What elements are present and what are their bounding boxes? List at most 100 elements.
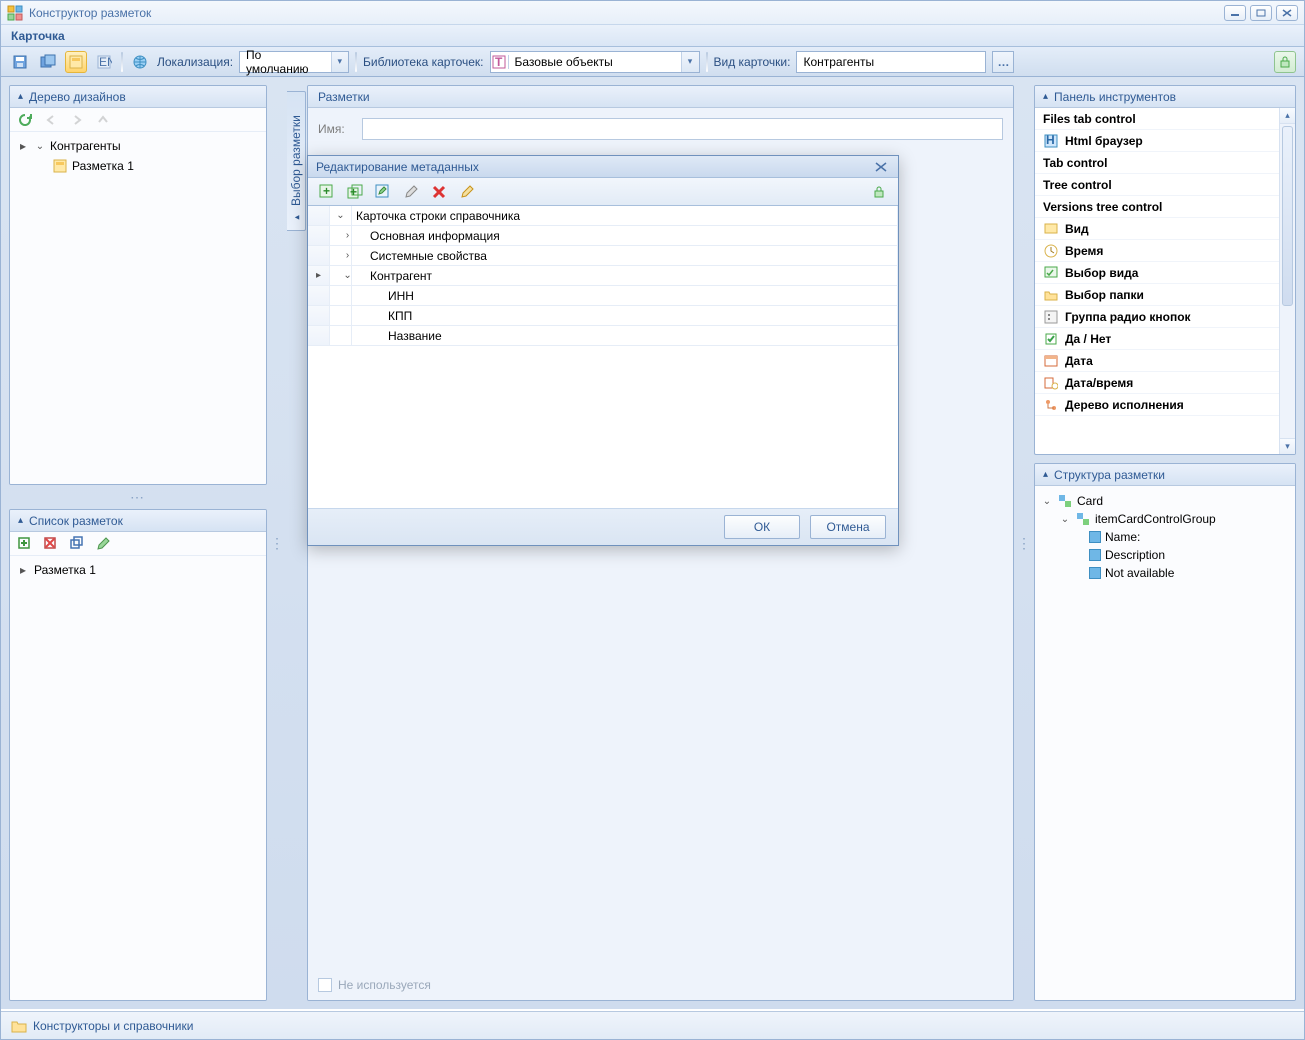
tree-node-child[interactable]: Разметка 1 [72,159,134,173]
metadata-grid[interactable]: ⌄Карточка строки справочника ›Основная и… [308,206,898,509]
close-button[interactable] [1276,5,1298,21]
grid-cell[interactable]: Карточка строки справочника [356,209,520,223]
chevron-down-icon[interactable]: ▾ [331,52,348,72]
grid-cell[interactable]: Основная информация [370,229,500,243]
toolbox-item[interactable]: HHtml браузер [1035,130,1279,152]
localize-icon[interactable]: EN [93,51,115,73]
globe-icon[interactable] [129,51,151,73]
structure-node-card[interactable]: Card [1077,494,1103,508]
add-child-icon[interactable]: + [344,181,366,203]
refresh-icon[interactable] [16,111,34,129]
layout-list-item[interactable]: Разметка 1 [34,563,96,577]
toolbox-item[interactable]: Дата [1035,350,1279,372]
scroll-down-icon[interactable]: ▾ [1280,438,1295,454]
localization-value: По умолчанию [240,48,331,76]
layouts-panel: ▴ Список разметок ▸ [9,509,267,1001]
tree-toggle[interactable]: ⌄ [1041,496,1053,507]
delete-row-icon[interactable] [428,181,450,203]
toolbox-item[interactable]: Выбор вида [1035,262,1279,284]
cardtype-combo[interactable]: Контрагенты [796,51,986,73]
grid-cell[interactable]: ИНН [388,289,414,303]
cancel-button[interactable]: Отмена [810,515,886,539]
save-icon[interactable] [9,51,31,73]
status-label[interactable]: Конструкторы и справочники [33,1019,193,1033]
dialog-close-icon[interactable] [872,159,890,175]
add-row-icon[interactable]: + [316,181,338,203]
splitter-v[interactable] [273,85,281,1001]
toolbox-list[interactable]: Files tab control HHtml браузер Tab cont… [1035,108,1279,454]
edit-row-icon[interactable] [372,181,394,203]
structure-node[interactable]: Description [1105,548,1165,562]
toolbox-item[interactable]: Versions tree control [1035,196,1279,218]
toolbox-item[interactable]: Да / Нет [1035,328,1279,350]
center-header-title: Разметки [318,90,370,104]
layouts-list[interactable]: ▸ Разметка 1 [10,556,266,584]
structure-panel-title: Структура разметки [1054,468,1165,482]
lock-icon[interactable] [868,181,890,203]
minimize-button[interactable] [1224,5,1246,21]
toolbox-item[interactable]: Дата/время [1035,372,1279,394]
tree-toggle[interactable]: ⌄ [34,141,46,152]
maximize-button[interactable] [1250,5,1272,21]
dialog-toolbar: + + [308,178,898,206]
menu-card[interactable]: Карточка [11,29,65,43]
grid-cell[interactable]: Системные свойства [370,249,487,263]
toolbox-item[interactable]: Время [1035,240,1279,262]
chevron-down-icon[interactable]: ▾ [681,52,699,72]
clear-icon[interactable] [456,181,478,203]
name-input[interactable] [362,118,1003,140]
grid-cell[interactable]: Контрагент [370,269,432,283]
designs-panel-title: Дерево дизайнов [29,90,126,104]
grid-cell[interactable]: КПП [388,309,412,323]
add-layout-icon[interactable] [16,535,34,553]
scroll-thumb[interactable] [1282,126,1293,306]
toolbox-item[interactable]: Tree control [1035,174,1279,196]
grid-cell[interactable]: Название [388,329,442,343]
scroll-up-icon[interactable]: ▴ [1280,108,1295,124]
tree-toggle[interactable]: ⌄ [1059,514,1071,525]
layouts-panel-header[interactable]: ▴ Список разметок [10,510,266,532]
toolbox-item[interactable]: Files tab control [1035,108,1279,130]
designs-tree[interactable]: ▸ ⌄ Контрагенты Разметка 1 [10,132,266,180]
field-node-icon [1089,549,1101,561]
ellipsis-button[interactable]: … [992,51,1014,73]
toolbox-panel-title: Панель инструментов [1054,90,1176,104]
structure-node[interactable]: Name: [1105,530,1140,544]
toolbox-item[interactable]: Выбор папки [1035,284,1279,306]
toolbox-item[interactable]: Группа радио кнопок [1035,306,1279,328]
tree-node-root[interactable]: Контрагенты [50,139,121,153]
structure-panel-header[interactable]: ▴ Структура разметки [1035,464,1295,486]
structure-node[interactable]: Not available [1105,566,1174,580]
library-combo[interactable]: T Базовые объекты ▾ [490,51,700,73]
layouts-toolbar [10,532,266,556]
rename-icon[interactable] [400,181,422,203]
toolbox-item[interactable]: Вид [1035,218,1279,240]
view-icon [1043,221,1059,237]
toolbox-panel-header[interactable]: ▴ Панель инструментов [1035,86,1295,108]
copy-layout-icon[interactable] [68,535,86,553]
toolbox-item[interactable]: Tab control [1035,152,1279,174]
toolbox-item[interactable]: Дерево исполнения [1035,394,1279,416]
not-used-label: Не используется [338,978,431,992]
structure-tree[interactable]: ⌄ Card ⌄ itemCardControlGroup Name: Descri… [1035,486,1295,1000]
chevron-icon: ▸ [291,212,301,222]
designs-panel-header[interactable]: ▴ Дерево дизайнов [10,86,266,108]
localization-combo[interactable]: По умолчанию ▾ [239,51,349,73]
splitter-h[interactable] [9,493,267,501]
delete-layout-icon[interactable] [42,535,60,553]
splitter-v[interactable] [1020,85,1028,1001]
scrollbar[interactable]: ▴ ▾ [1279,108,1295,454]
side-tab-label: Выбор разметки [289,115,303,206]
ok-button[interactable]: ОК [724,515,800,539]
window-title: Конструктор разметок [29,6,151,20]
statusbar: Конструкторы и справочники [1,1011,1304,1039]
edit-layout-icon[interactable] [94,535,112,553]
not-used-checkbox[interactable] [318,978,332,992]
side-tab-layout-select[interactable]: ▸ Выбор разметки [287,91,306,231]
lock-icon[interactable] [1274,51,1296,73]
dialog-titlebar[interactable]: Редактирование метаданных [308,156,898,178]
save-all-icon[interactable] [37,51,59,73]
structure-node-group[interactable]: itemCardControlGroup [1095,512,1216,526]
toolbar-separator [706,52,708,72]
design-mode-icon[interactable] [65,51,87,73]
